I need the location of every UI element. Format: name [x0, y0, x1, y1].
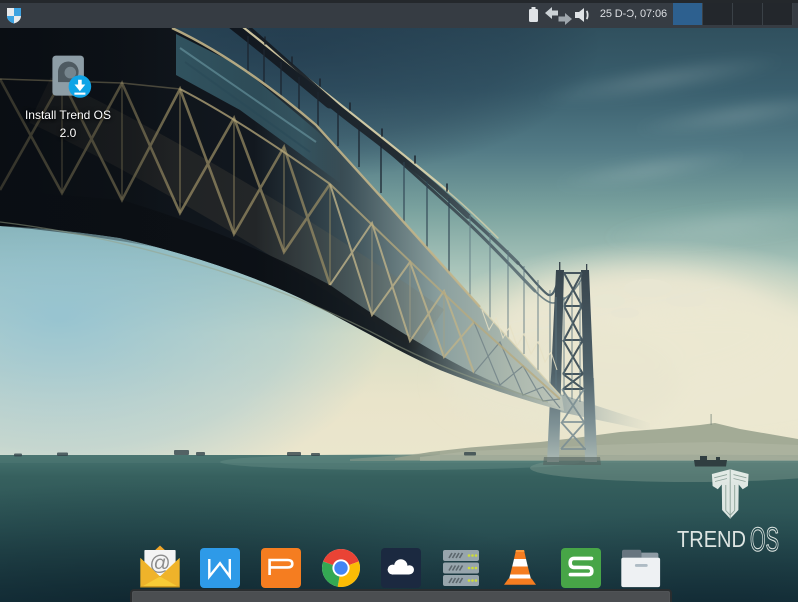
svg-text:OS: OS — [750, 521, 779, 559]
svg-text:TREND: TREND — [677, 526, 746, 552]
